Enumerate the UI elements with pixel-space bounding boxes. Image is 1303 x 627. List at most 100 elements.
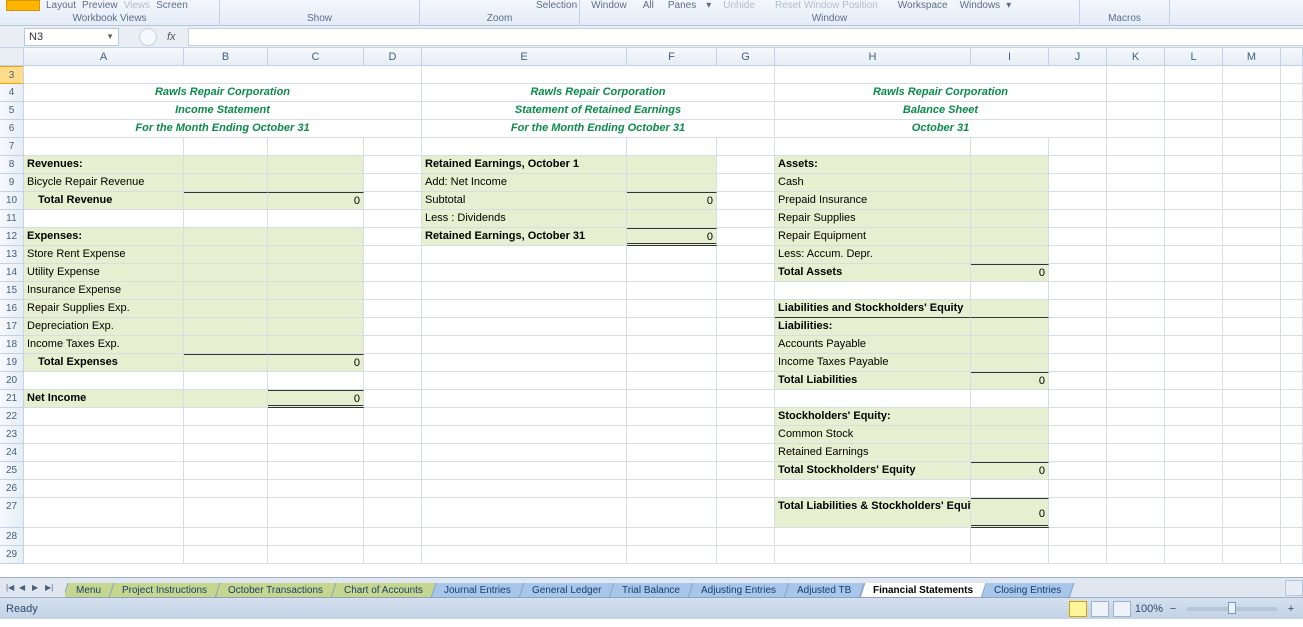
cell-I15[interactable] <box>971 282 1049 300</box>
cell-L15[interactable] <box>1165 282 1223 300</box>
cell-L17[interactable] <box>1165 318 1223 336</box>
cell-H14[interactable]: Total Assets <box>775 264 971 282</box>
tab-next-icon[interactable]: ▶ <box>32 583 42 593</box>
row-header-14[interactable]: 14 <box>0 264 23 282</box>
row-header-10[interactable]: 10 <box>0 192 23 210</box>
cell-K29[interactable] <box>1107 546 1165 564</box>
cell-M5[interactable] <box>1223 102 1281 120</box>
cell-D15[interactable] <box>364 282 422 300</box>
cell-D27[interactable] <box>364 498 422 528</box>
view-pagebreak-button[interactable] <box>1113 601 1131 617</box>
cell-K23[interactable] <box>1107 426 1165 444</box>
cell-H5[interactable]: Balance Sheet <box>775 102 1107 120</box>
cell-H8[interactable]: Assets: <box>775 156 971 174</box>
cell-J20[interactable] <box>1049 372 1107 390</box>
cell-I26[interactable] <box>971 480 1049 498</box>
cell-A6[interactable]: For the Month Ending October 31 <box>24 120 422 138</box>
cell-K13[interactable] <box>1107 246 1165 264</box>
cell-A18[interactable]: Income Taxes Exp. <box>24 336 184 354</box>
cell-F23[interactable] <box>627 426 717 444</box>
cell-D7[interactable] <box>364 138 422 156</box>
cell-I25[interactable]: 0 <box>971 462 1049 480</box>
cell-I18[interactable] <box>971 336 1049 354</box>
sheet-tab[interactable]: Adjusted TB <box>784 583 865 598</box>
cell-J13[interactable] <box>1049 246 1107 264</box>
cell-F25[interactable] <box>627 462 717 480</box>
sheet-tab[interactable]: Menu <box>65 583 114 598</box>
cell-B9[interactable] <box>184 174 268 192</box>
cell-H27[interactable]: Total Liabilities & Stockholders' Equity <box>775 498 971 528</box>
cell-A11[interactable] <box>24 210 184 228</box>
tab-first-icon[interactable]: |◀ <box>6 583 16 593</box>
cell-I20[interactable]: 0 <box>971 372 1049 390</box>
cell-C29[interactable] <box>268 546 364 564</box>
formula-input[interactable] <box>188 28 1303 46</box>
cell-D20[interactable] <box>364 372 422 390</box>
row-header-6[interactable]: 6 <box>0 120 23 138</box>
view-layout-button[interactable] <box>1091 601 1109 617</box>
cell-C24[interactable] <box>268 444 364 462</box>
cell-J10[interactable] <box>1049 192 1107 210</box>
cell-J12[interactable] <box>1049 228 1107 246</box>
cell-L12[interactable] <box>1165 228 1223 246</box>
sheet-tab[interactable]: Adjusting Entries <box>688 583 790 598</box>
cell-A26[interactable] <box>24 480 184 498</box>
cell-L3[interactable] <box>1165 66 1223 84</box>
cell-K7[interactable] <box>1107 138 1165 156</box>
cell-D25[interactable] <box>364 462 422 480</box>
cell-I22[interactable] <box>971 408 1049 426</box>
cell-C15[interactable] <box>268 282 364 300</box>
cell-F13[interactable] <box>627 246 717 264</box>
cell-B12[interactable] <box>184 228 268 246</box>
cell-H3[interactable] <box>775 66 1107 84</box>
cell-K27[interactable] <box>1107 498 1165 528</box>
cell-F14[interactable] <box>627 264 717 282</box>
cell-A25[interactable] <box>24 462 184 480</box>
cell-H12[interactable]: Repair Equipment <box>775 228 971 246</box>
cell-M8[interactable] <box>1223 156 1281 174</box>
cell-A17[interactable]: Depreciation Exp. <box>24 318 184 336</box>
cell-M4[interactable] <box>1223 84 1281 102</box>
cell-C12[interactable] <box>268 228 364 246</box>
cell-M16[interactable] <box>1223 300 1281 318</box>
cell-I13[interactable] <box>971 246 1049 264</box>
cell-J16[interactable] <box>1049 300 1107 318</box>
cell-B13[interactable] <box>184 246 268 264</box>
cell-G26[interactable] <box>717 480 775 498</box>
row-header-27[interactable]: 27 <box>0 498 23 528</box>
cell-M3[interactable] <box>1223 66 1281 84</box>
cell-I27[interactable]: 0 <box>971 498 1049 528</box>
cell-E11[interactable]: Less : Dividends <box>422 210 627 228</box>
cell-E27[interactable] <box>422 498 627 528</box>
cell-L7[interactable] <box>1165 138 1223 156</box>
cell-J21[interactable] <box>1049 390 1107 408</box>
cell-A3[interactable] <box>24 66 422 84</box>
cell-D19[interactable] <box>364 354 422 372</box>
cell-M22[interactable] <box>1223 408 1281 426</box>
cell-L4[interactable] <box>1165 84 1223 102</box>
cell-K4[interactable] <box>1107 84 1165 102</box>
cell-L23[interactable] <box>1165 426 1223 444</box>
view-normal-button[interactable] <box>1069 601 1087 617</box>
col-header-F[interactable]: F <box>627 48 717 65</box>
cell-F11[interactable] <box>627 210 717 228</box>
cell-G13[interactable] <box>717 246 775 264</box>
cell-I10[interactable] <box>971 192 1049 210</box>
cell-E8[interactable]: Retained Earnings, October 1 <box>422 156 627 174</box>
cell-C26[interactable] <box>268 480 364 498</box>
cell-A12[interactable]: Expenses: <box>24 228 184 246</box>
row-headers[interactable]: 3456789101112131415161718192021222324252… <box>0 66 24 564</box>
cell-E12[interactable]: Retained Earnings, October 31 <box>422 228 627 246</box>
cell-J14[interactable] <box>1049 264 1107 282</box>
cell-M26[interactable] <box>1223 480 1281 498</box>
cell-G29[interactable] <box>717 546 775 564</box>
cell-E17[interactable] <box>422 318 627 336</box>
cell-F20[interactable] <box>627 372 717 390</box>
cell-A19[interactable]: Total Expenses <box>24 354 184 372</box>
cell-F8[interactable] <box>627 156 717 174</box>
col-header-G[interactable]: G <box>717 48 775 65</box>
cell-F27[interactable] <box>627 498 717 528</box>
cell-D23[interactable] <box>364 426 422 444</box>
cell-B17[interactable] <box>184 318 268 336</box>
cell-K26[interactable] <box>1107 480 1165 498</box>
